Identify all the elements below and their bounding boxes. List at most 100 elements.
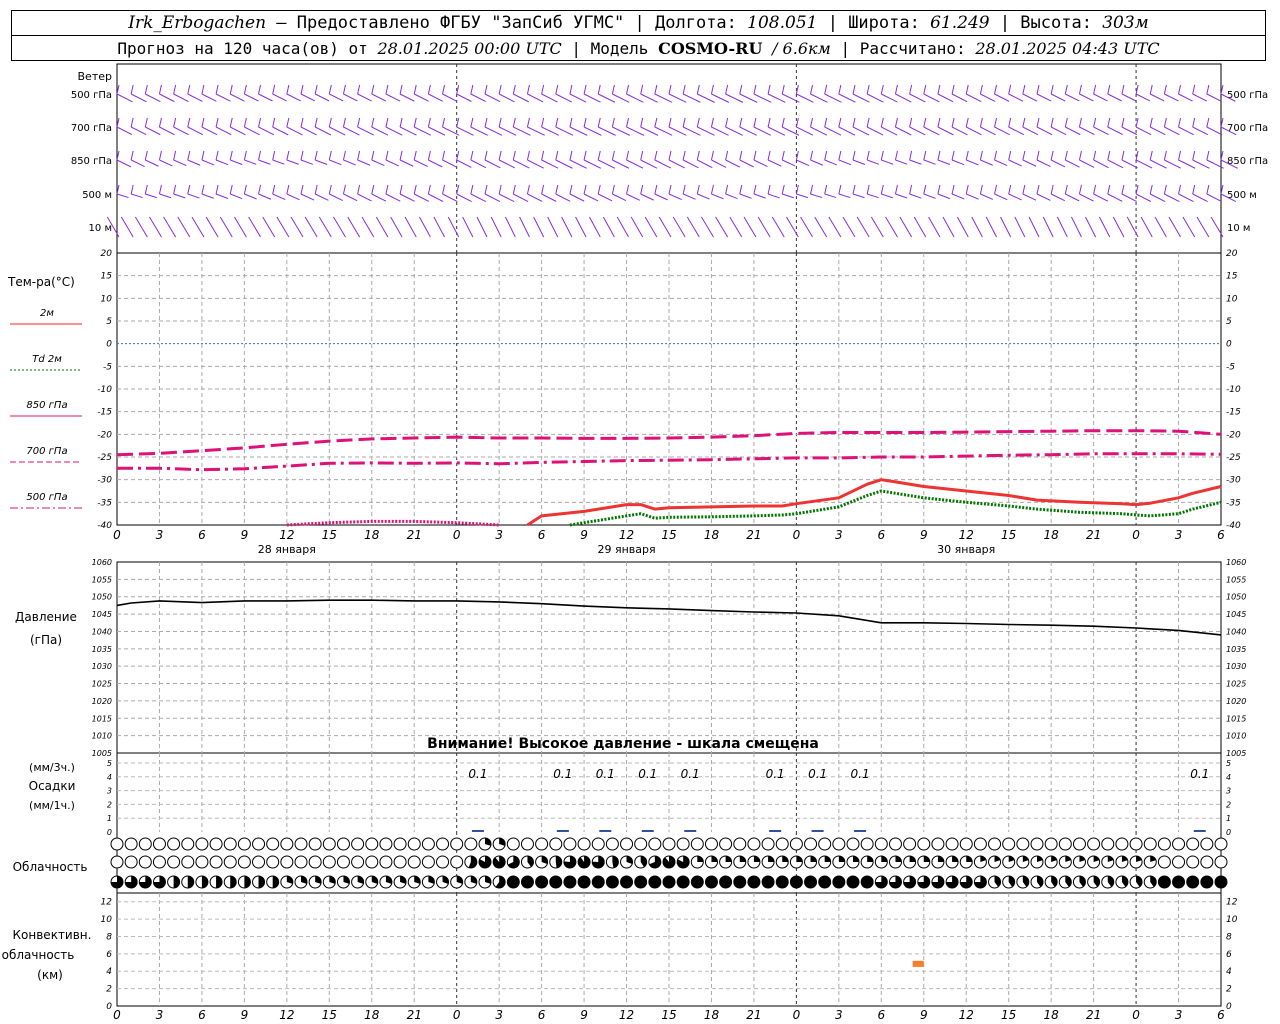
pressure-tick-right: 1020: [1226, 697, 1246, 706]
wind-barb: [1028, 216, 1040, 238]
wind-barb: [314, 93, 330, 102]
pressure-tick-left: 1040: [92, 627, 112, 636]
temp-tick-left: -30: [97, 476, 112, 486]
wind-barb: [1107, 93, 1122, 102]
cloud-symbol: [322, 855, 336, 869]
wind-barb: [937, 126, 954, 136]
wind-barb-flag: [427, 184, 431, 195]
cloud-panel: [110, 837, 1228, 889]
cloud-fill: [549, 876, 562, 888]
pressure-tick-left: 1050: [92, 593, 112, 602]
x-tick-label-bottom: 18: [704, 1008, 720, 1022]
wind-level-label-left: 500 гПа: [71, 90, 112, 101]
wind-barb: [1065, 126, 1081, 136]
wind-barb-flag: [1192, 117, 1196, 128]
temp-tick-left: -40: [97, 521, 112, 531]
wind-barb-flag: [696, 84, 700, 95]
wind-barb: [1192, 159, 1210, 169]
wind-barb-flag: [965, 117, 969, 128]
x-tick-label-bottom: 12: [619, 1008, 634, 1022]
wind-barb: [951, 93, 968, 103]
cloud-symbol: [365, 837, 379, 851]
cloud-symbol: [747, 837, 761, 851]
wind-barb: [159, 159, 173, 167]
wind-barb-flag: [909, 84, 913, 95]
wind-barb: [1164, 93, 1179, 102]
temp-tick-left: 10: [101, 294, 113, 304]
cloud-symbol: [421, 855, 435, 869]
wind-barb: [244, 126, 260, 136]
convective-panel: [912, 960, 924, 967]
wind-barb-flag: [1206, 117, 1210, 128]
cloud-fill: [606, 876, 619, 888]
temp-tick-right: -15: [1226, 408, 1241, 418]
precip-tick-left: 0: [107, 828, 112, 837]
cloud-symbol: [351, 837, 365, 851]
wind-barb-flag: [144, 84, 148, 95]
wind-barb-flag: [272, 84, 276, 95]
cloud-fill: [201, 876, 208, 889]
wind-barb: [866, 93, 884, 103]
pressure-tick-right: 1030: [1226, 662, 1246, 671]
temp-legend-label: 2м: [40, 308, 54, 319]
wind-barb: [1150, 126, 1166, 136]
wind-barb-flag: [1206, 184, 1210, 195]
wind-barb: [442, 159, 458, 168]
wind-barb-flag: [130, 184, 134, 195]
wind-barb-flag: [470, 84, 474, 95]
wind-barb: [668, 126, 687, 136]
wind-barb: [1036, 126, 1053, 136]
wind-barb-flag: [838, 150, 842, 161]
wind-barb-flag: [852, 150, 856, 161]
wind-barb: [994, 93, 1010, 102]
wind-barb: [715, 216, 729, 238]
temp-tick-right: -40: [1226, 521, 1241, 531]
wind-barb-flag: [640, 184, 644, 195]
wind-barb: [640, 93, 658, 103]
wind-barb-flag: [824, 150, 828, 161]
wind-barb: [244, 193, 257, 200]
wind-barb: [881, 126, 898, 136]
wind-barb-flag: [342, 117, 346, 128]
wind-barb-flag: [484, 117, 488, 128]
wind-barb: [130, 126, 147, 136]
wind-barb: [347, 216, 361, 238]
cloud-symbol: [124, 837, 138, 851]
wind-barb-flag: [1078, 84, 1082, 95]
wind-barb-flag: [810, 150, 814, 161]
cloud-fill: [895, 856, 902, 862]
wind-barb-flag: [130, 84, 134, 95]
wind-barb-flag: [1178, 184, 1182, 195]
wind-barb: [428, 126, 446, 136]
precip-tick-right: 2: [1226, 800, 1231, 809]
cloud-symbol: [634, 837, 648, 851]
wind-barb: [1065, 193, 1080, 202]
pressure-tick-left: 1025: [92, 680, 112, 689]
wind-barb-flag: [852, 84, 856, 95]
wind-barb-flag: [357, 84, 361, 95]
wind-barb: [399, 126, 417, 136]
x-tick-label-bottom: 21: [1086, 1008, 1101, 1022]
wind-barb-flag: [781, 150, 785, 161]
cloud-symbol: [266, 837, 280, 851]
wind-barb: [881, 159, 894, 165]
wind-barb-flag: [951, 117, 955, 128]
cloud-symbol: [407, 855, 421, 869]
wind-barb-flag: [710, 84, 714, 95]
x-tick-label: 12: [619, 528, 634, 542]
wind-barb: [1192, 93, 1208, 102]
wind-barb-flag: [739, 184, 743, 195]
cloud-axis-label: Облачность: [13, 860, 88, 874]
wind-barb-flag: [838, 117, 842, 128]
wind-barb: [456, 126, 474, 136]
wind-barb-flag: [144, 117, 148, 128]
wind-level-label-left: 10 м: [89, 223, 112, 234]
wind-barb: [215, 93, 231, 102]
wind-barb-flag: [1008, 150, 1012, 161]
wind-barb-flag: [357, 150, 361, 161]
wind-barb-flag: [1206, 150, 1210, 161]
pressure-tick-left: 1010: [92, 732, 112, 741]
wind-barb: [116, 159, 132, 168]
pressure-tick-right: 1010: [1226, 732, 1246, 741]
precip-tick-right: 0: [1226, 828, 1231, 837]
